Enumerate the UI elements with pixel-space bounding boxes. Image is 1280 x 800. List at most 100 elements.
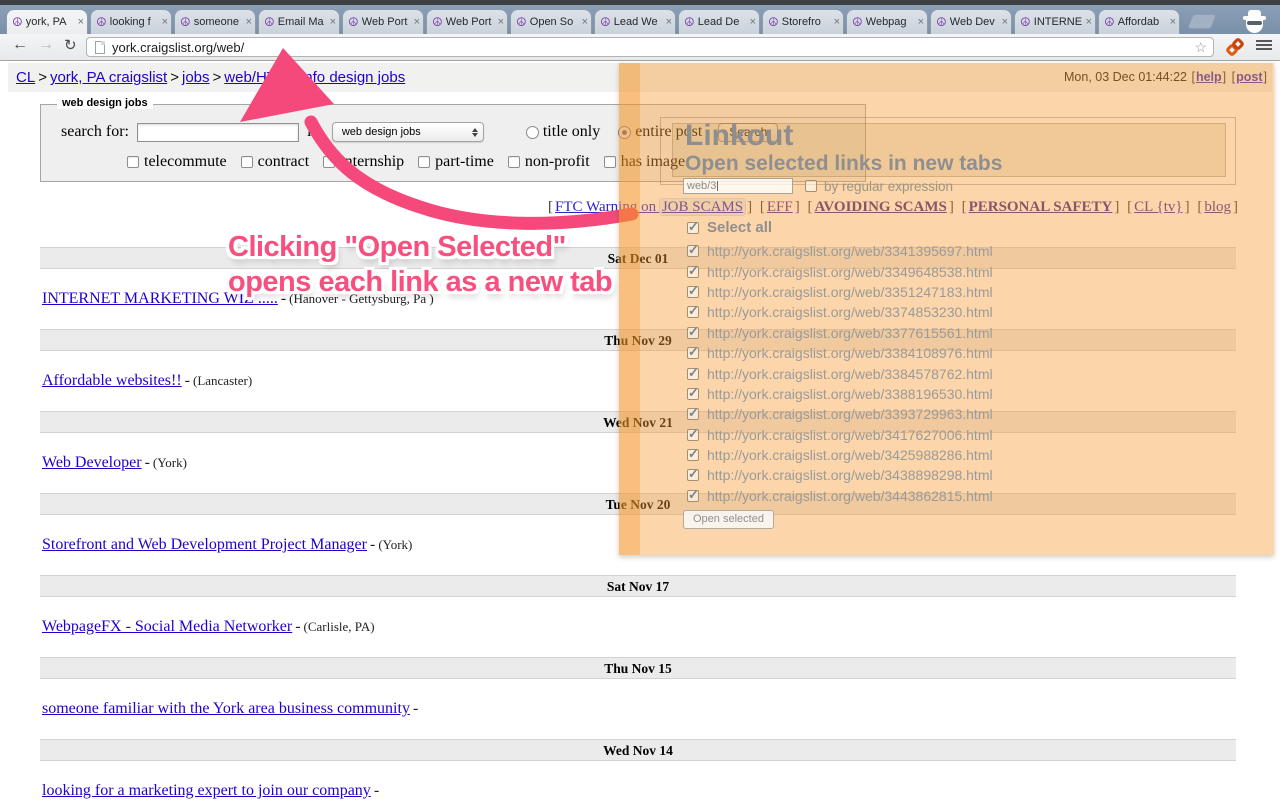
- craigslist-favicon-icon: ☮: [180, 15, 191, 29]
- listing-location: (York): [378, 537, 413, 552]
- browser-tab[interactable]: ☮ Open So ×: [510, 9, 592, 34]
- breadcrumb-category[interactable]: web/HTML/info design jobs: [224, 69, 405, 86]
- checkbox-internship[interactable]: [323, 156, 336, 168]
- tab-close-icon[interactable]: ×: [750, 16, 756, 28]
- checkbox-telecommute[interactable]: [127, 156, 139, 168]
- tab-close-icon[interactable]: ×: [414, 16, 420, 28]
- url-row[interactable]: http://york.craigslist.org/web/338410897…: [687, 343, 993, 363]
- tab-close-icon[interactable]: ×: [246, 16, 252, 28]
- browser-tab[interactable]: ☮ Lead De ×: [678, 9, 760, 34]
- browser-tab[interactable]: ☮ Affordab ×: [1098, 9, 1180, 34]
- url-checkbox[interactable]: [687, 344, 699, 360]
- regex-checkbox[interactable]: [805, 180, 817, 192]
- browser-tab[interactable]: ☮ someone ×: [174, 9, 256, 34]
- tab-close-icon[interactable]: ×: [666, 16, 672, 28]
- browser-tab-active[interactable]: ☮ york, PA ×: [6, 9, 88, 34]
- browser-tab[interactable]: ☮ Webpag ×: [846, 9, 928, 34]
- tab-close-icon[interactable]: ×: [1170, 16, 1176, 28]
- radio-title-only[interactable]: [525, 125, 539, 139]
- filter-input[interactable]: web/3: [683, 178, 793, 194]
- tab-close-icon[interactable]: ×: [1086, 16, 1092, 28]
- listing-link[interactable]: Web Developer: [42, 454, 142, 471]
- url-checkbox[interactable]: [687, 263, 699, 279]
- tab-close-icon[interactable]: ×: [498, 16, 504, 28]
- url-row[interactable]: http://york.craigslist.org/web/343889829…: [687, 465, 993, 485]
- popup-header-box: Linkout Open selected links in new tabs: [660, 117, 1236, 185]
- tab-close-icon[interactable]: ×: [162, 16, 168, 28]
- title-only-label: title only: [542, 123, 601, 140]
- tab-close-icon[interactable]: ×: [918, 16, 924, 28]
- checkbox-non-profit[interactable]: [507, 156, 520, 168]
- url-checkbox[interactable]: [687, 283, 699, 299]
- select-all-row[interactable]: Select all: [687, 219, 772, 236]
- url-row[interactable]: http://york.craigslist.org/web/334964853…: [687, 261, 993, 281]
- select-all-checkbox[interactable]: [687, 219, 699, 235]
- url-row[interactable]: http://york.craigslist.org/web/344386281…: [687, 486, 993, 506]
- address-bar[interactable]: york.craigslist.org/web/ ☆: [86, 37, 1214, 57]
- browser-tab[interactable]: ☮ Lead We ×: [594, 9, 676, 34]
- craigslist-favicon-icon: ☮: [936, 15, 947, 29]
- breadcrumb-city[interactable]: york, PA craigslist: [50, 69, 167, 86]
- regex-label: by regular expression: [824, 178, 954, 194]
- tab-close-icon[interactable]: ×: [582, 16, 588, 28]
- chrome-menu-icon[interactable]: [1256, 40, 1272, 52]
- open-selected-button[interactable]: Open selected: [683, 510, 774, 529]
- url-checkbox[interactable]: [687, 426, 699, 442]
- listing-link[interactable]: someone familiar with the York area busi…: [42, 700, 410, 717]
- browser-tab[interactable]: ☮ Web Dev ×: [930, 9, 1012, 34]
- category-select[interactable]: web design jobs: [331, 122, 484, 142]
- url-row[interactable]: http://york.craigslist.org/web/334139569…: [687, 241, 993, 261]
- url-row[interactable]: http://york.craigslist.org/web/338457876…: [687, 363, 993, 383]
- url-row[interactable]: http://york.craigslist.org/web/337761556…: [687, 323, 993, 343]
- browser-tab[interactable]: ☮ Web Port ×: [342, 9, 424, 34]
- url-checkbox[interactable]: [687, 365, 699, 381]
- url-checkbox[interactable]: [687, 324, 699, 340]
- url-checkbox[interactable]: [687, 303, 699, 319]
- url-row[interactable]: http://york.craigslist.org/web/339372996…: [687, 404, 993, 424]
- listing-link[interactable]: Affordable websites!!: [42, 372, 182, 389]
- url-row[interactable]: http://york.craigslist.org/web/335124718…: [687, 282, 993, 302]
- url-row[interactable]: http://york.craigslist.org/web/338819653…: [687, 384, 993, 404]
- listing-row: looking for a marketing expert to join o…: [42, 782, 380, 799]
- craigslist-favicon-icon: ☮: [852, 15, 863, 29]
- url-checkbox[interactable]: [687, 487, 699, 503]
- url-checkbox[interactable]: [687, 242, 699, 258]
- listing-link[interactable]: Storefront and Web Development Project M…: [42, 536, 367, 553]
- browser-tab[interactable]: ☮ Email Ma ×: [258, 9, 340, 34]
- url-row[interactable]: http://york.craigslist.org/web/341762700…: [687, 425, 993, 445]
- url-row[interactable]: http://york.craigslist.org/web/337485323…: [687, 302, 993, 322]
- browser-tab[interactable]: ☮ Web Port ×: [426, 9, 508, 34]
- listing-link[interactable]: WebpageFX - Social Media Networker: [42, 618, 292, 635]
- address-url[interactable]: york.craigslist.org/web/: [112, 40, 1194, 55]
- browser-tab[interactable]: ☮ looking f ×: [90, 9, 172, 34]
- craigslist-favicon-icon: ☮: [1104, 15, 1115, 29]
- breadcrumb-jobs[interactable]: jobs: [182, 69, 210, 86]
- tab-close-icon[interactable]: ×: [78, 16, 84, 28]
- checkbox-contract[interactable]: [240, 156, 253, 168]
- search-input[interactable]: [136, 122, 299, 142]
- url-row[interactable]: http://york.craigslist.org/web/342598828…: [687, 445, 993, 465]
- new-tab-button[interactable]: [1186, 14, 1218, 29]
- bookmark-star-icon[interactable]: ☆: [1194, 39, 1207, 56]
- tab-close-icon[interactable]: ×: [834, 16, 840, 28]
- back-button[interactable]: ←: [12, 36, 28, 54]
- listing-link[interactable]: looking for a marketing expert to join o…: [42, 782, 371, 799]
- url-list: http://york.craigslist.org/web/334139569…: [687, 241, 993, 506]
- checkbox-part-time[interactable]: [418, 156, 431, 168]
- url-checkbox[interactable]: [687, 405, 699, 421]
- url-checkbox[interactable]: [687, 385, 699, 401]
- linkout-extension-icon[interactable]: [1224, 36, 1246, 58]
- checkbox-has-image[interactable]: [603, 156, 616, 168]
- reload-button[interactable]: ↻: [64, 36, 77, 54]
- date-separator: Sat Nov 17: [40, 575, 1236, 597]
- craigslist-favicon-icon: ☮: [516, 15, 527, 29]
- breadcrumb-cl[interactable]: CL: [16, 69, 35, 86]
- tab-close-icon[interactable]: ×: [1002, 16, 1008, 28]
- craigslist-favicon-icon: ☮: [12, 15, 23, 29]
- listing-row: someone familiar with the York area busi…: [42, 700, 419, 717]
- url-checkbox[interactable]: [687, 466, 699, 482]
- url-checkbox[interactable]: [687, 446, 699, 462]
- browser-tab[interactable]: ☮ INTERNE ×: [1014, 9, 1096, 34]
- browser-tab[interactable]: ☮ Storefro ×: [762, 9, 844, 34]
- tab-close-icon[interactable]: ×: [330, 16, 336, 28]
